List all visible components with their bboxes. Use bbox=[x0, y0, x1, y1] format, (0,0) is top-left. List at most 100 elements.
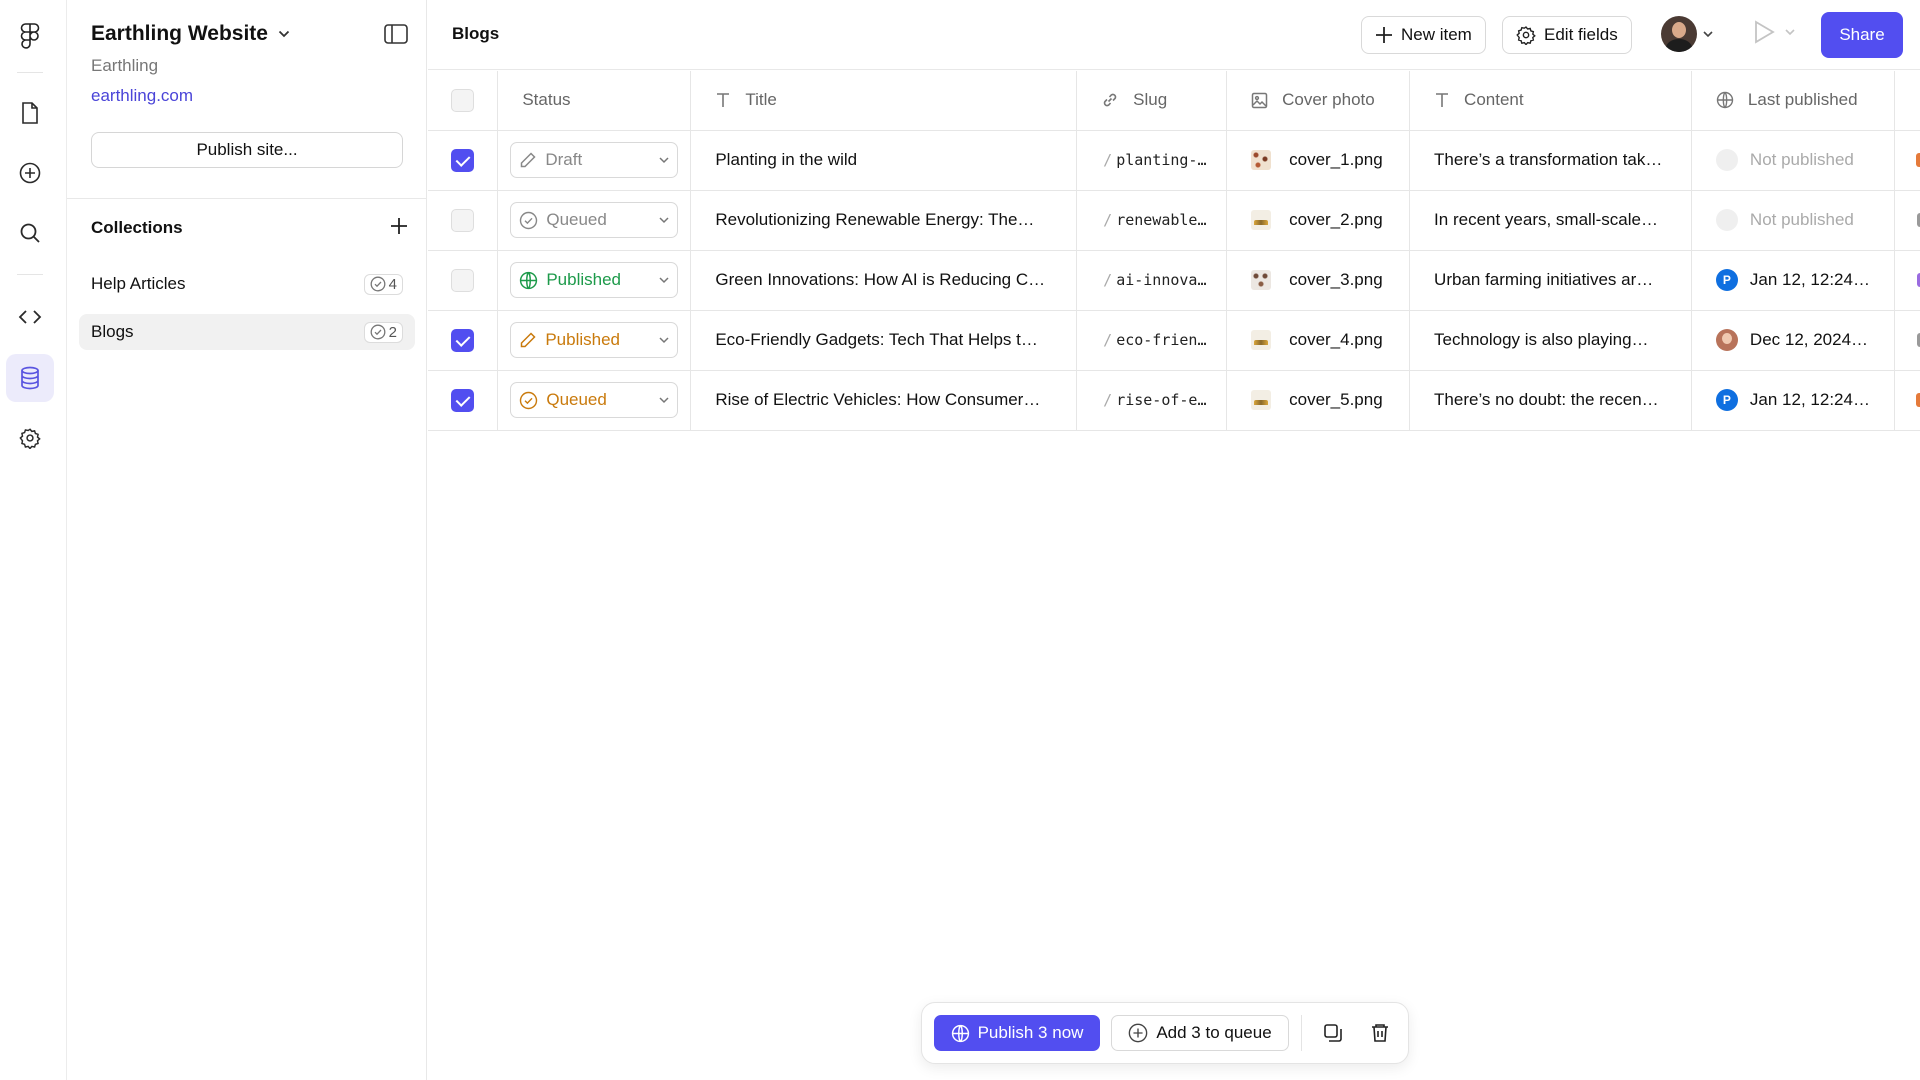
cover-cell[interactable]: cover_4.png bbox=[1226, 310, 1411, 371]
check-circle-icon bbox=[370, 276, 386, 292]
preview-menu[interactable] bbox=[1753, 20, 1795, 44]
collection-item-help-articles[interactable]: Help Articles 4 bbox=[79, 266, 415, 302]
plus-icon bbox=[1376, 27, 1392, 43]
slug-cell[interactable]: / planting-… bbox=[1076, 130, 1228, 191]
title-cell[interactable]: Green Innovations: How AI is Reducing C… bbox=[690, 250, 1078, 311]
pencil-icon bbox=[521, 152, 536, 168]
globe-icon bbox=[1716, 92, 1734, 109]
content-cell[interactable]: Urban farming initiatives ar… bbox=[1409, 250, 1692, 311]
add-icon[interactable] bbox=[6, 149, 54, 197]
content-cell[interactable]: There’s a transformation tak… bbox=[1409, 130, 1692, 191]
figma-logo-icon[interactable] bbox=[6, 12, 54, 60]
slug-cell[interactable]: / rise-of-e… bbox=[1076, 370, 1228, 431]
chevron-down-icon bbox=[659, 216, 669, 223]
collection-count-badge: 2 bbox=[363, 321, 403, 343]
check-circle-icon bbox=[520, 211, 538, 229]
table-row[interactable]: Draft Planting in the wild / planting-… c… bbox=[428, 130, 1920, 191]
bulk-action-bar: Publish 3 now Add 3 to queue bbox=[921, 1002, 1409, 1064]
cover-cell[interactable]: cover_3.png bbox=[1226, 250, 1411, 311]
share-button[interactable]: Share bbox=[1821, 12, 1903, 58]
icon-rail bbox=[0, 0, 67, 1080]
chevron-down-icon bbox=[1785, 28, 1795, 35]
column-header-status[interactable]: Status bbox=[497, 71, 692, 131]
content-cell[interactable]: There’s no doubt: the recen… bbox=[1409, 370, 1692, 431]
title-cell[interactable]: Planting in the wild bbox=[690, 130, 1078, 191]
add-circle-icon bbox=[1129, 1023, 1148, 1043]
publish-now-button[interactable]: Publish 3 now bbox=[934, 1015, 1100, 1051]
publisher-avatar: P bbox=[1715, 269, 1738, 291]
status-select[interactable]: Queued bbox=[510, 202, 679, 238]
pages-icon[interactable] bbox=[6, 89, 54, 137]
publish-site-button[interactable]: Publish site... bbox=[91, 132, 403, 168]
select-all-cell bbox=[428, 71, 499, 131]
new-item-button[interactable]: New item bbox=[1361, 16, 1486, 54]
content-cell[interactable]: In recent years, small-scale… bbox=[1409, 190, 1692, 251]
cms-database-icon[interactable] bbox=[6, 354, 54, 402]
table-row[interactable]: Queued Revolutionizing Renewable Energy:… bbox=[428, 190, 1920, 251]
cover-cell[interactable]: cover_5.png bbox=[1226, 370, 1411, 431]
status-select[interactable]: Published bbox=[510, 262, 679, 298]
sidebar-toggle-icon[interactable] bbox=[384, 24, 408, 49]
title-cell[interactable]: Revolutionizing Renewable Energy: The… bbox=[690, 190, 1078, 251]
collection-item-blogs[interactable]: Blogs 2 bbox=[79, 314, 415, 350]
column-header-content[interactable]: Content bbox=[1409, 71, 1692, 131]
slug-cell[interactable]: / ai-innova… bbox=[1076, 250, 1228, 311]
add-to-queue-button[interactable]: Add 3 to queue bbox=[1111, 1015, 1289, 1051]
column-overflow bbox=[1894, 71, 1920, 131]
code-icon[interactable] bbox=[6, 293, 54, 341]
column-header-cover-photo[interactable]: Cover photo bbox=[1226, 71, 1411, 131]
search-icon[interactable] bbox=[6, 209, 54, 257]
row-checkbox[interactable] bbox=[451, 148, 475, 172]
duplicate-icon[interactable] bbox=[1319, 1019, 1347, 1047]
table-row[interactable]: Queued Rise of Electric Vehicles: How Co… bbox=[428, 370, 1920, 431]
globe-icon bbox=[520, 271, 538, 289]
select-all-checkbox[interactable] bbox=[451, 88, 475, 112]
cover-thumbnail bbox=[1251, 390, 1272, 410]
cover-cell[interactable]: cover_2.png bbox=[1226, 190, 1411, 251]
add-collection-icon[interactable] bbox=[390, 217, 408, 240]
column-header-title[interactable]: Title bbox=[690, 71, 1078, 131]
slug-cell[interactable]: / renewable… bbox=[1076, 190, 1228, 251]
globe-icon bbox=[951, 1024, 969, 1042]
slug-cell[interactable]: / eco-frien… bbox=[1076, 310, 1228, 371]
empty-avatar bbox=[1715, 209, 1738, 231]
last-published-cell: P Jan 12, 12:24… bbox=[1691, 370, 1895, 431]
status-select[interactable]: Draft bbox=[510, 142, 679, 178]
table-row[interactable]: Published Eco-Friendly Gadgets: Tech Tha… bbox=[428, 310, 1920, 371]
content-cell[interactable]: Technology is also playing… bbox=[1409, 310, 1692, 371]
cover-cell[interactable]: cover_1.png bbox=[1226, 130, 1411, 191]
project-panel: Earthling Website Earthling earthling.co… bbox=[67, 0, 427, 1080]
cover-thumbnail bbox=[1251, 210, 1272, 230]
gear-icon bbox=[1516, 26, 1536, 45]
title-cell[interactable]: Eco-Friendly Gadgets: Tech That Helps t… bbox=[690, 310, 1078, 371]
status-select[interactable]: Queued bbox=[510, 382, 679, 418]
chevron-down-icon bbox=[659, 396, 669, 403]
status-select[interactable]: Published bbox=[510, 322, 679, 358]
empty-avatar bbox=[1715, 149, 1738, 171]
cover-thumbnail bbox=[1251, 270, 1272, 290]
publisher-avatar: P bbox=[1715, 389, 1738, 411]
row-checkbox[interactable] bbox=[451, 268, 475, 292]
collection-label: Blogs bbox=[91, 322, 134, 341]
link-icon bbox=[1103, 93, 1117, 107]
table-row[interactable]: Published Green Innovations: How AI is R… bbox=[428, 250, 1920, 311]
project-domain-link[interactable]: earthling.com bbox=[91, 86, 193, 106]
title-cell[interactable]: Rise of Electric Vehicles: How Consumer… bbox=[690, 370, 1078, 431]
edit-fields-button[interactable]: Edit fields bbox=[1502, 16, 1632, 54]
table-header-row: Status Title Slug Cover photo Content La… bbox=[428, 71, 1920, 131]
delete-trash-icon[interactable] bbox=[1366, 1019, 1394, 1047]
project-switcher[interactable]: Earthling Website bbox=[91, 22, 290, 46]
settings-gear-icon[interactable] bbox=[6, 414, 54, 462]
cover-thumbnail bbox=[1251, 330, 1272, 350]
row-checkbox[interactable] bbox=[451, 328, 475, 352]
user-menu[interactable] bbox=[1661, 16, 1713, 52]
column-header-slug[interactable]: Slug bbox=[1076, 71, 1228, 131]
chevron-down-icon bbox=[278, 30, 290, 38]
chevron-down-icon bbox=[1703, 30, 1713, 37]
panel-divider bbox=[67, 198, 427, 199]
row-checkbox[interactable] bbox=[451, 388, 475, 412]
cover-thumbnail bbox=[1251, 150, 1272, 170]
row-checkbox[interactable] bbox=[451, 208, 475, 232]
column-header-last-published[interactable]: Last published bbox=[1691, 71, 1895, 131]
publisher-avatar bbox=[1715, 329, 1738, 351]
